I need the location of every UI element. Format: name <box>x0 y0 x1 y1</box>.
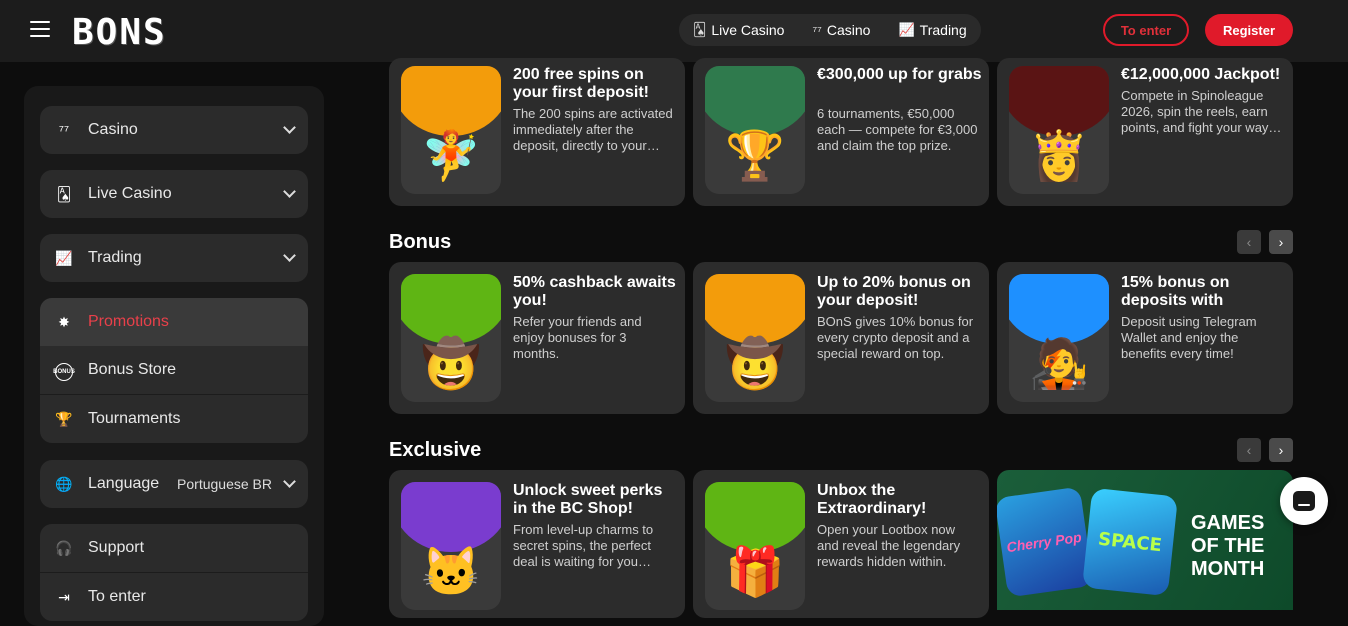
topnav-casino[interactable]: ⁷⁷ Casino <box>812 22 870 38</box>
promo-description: The 200 spins are activated immediately … <box>513 106 673 153</box>
register-button[interactable]: Register <box>1205 14 1293 46</box>
top-header: BONS 🂡 Live Casino ⁷⁷ Casino 📈 Trading T… <box>0 0 1348 62</box>
slot-777-icon: ⁷⁷ <box>58 122 70 138</box>
chevron-down-icon <box>283 185 296 198</box>
sidebar-item-casino[interactable]: ⁷⁷ Casino <box>40 106 308 154</box>
promo-image: 🤠 <box>401 274 501 402</box>
promo-title: 50% cashback awaits you! <box>513 274 676 309</box>
character-image: 🐱 <box>421 546 481 599</box>
bonus-next-button[interactable]: › <box>1269 230 1293 254</box>
promo-title: Unbox the Extraordinary! <box>817 482 927 517</box>
chevron-right-icon: › <box>1278 442 1284 458</box>
promo-title: 200 free spins on your first deposit! <box>513 66 650 101</box>
menu-icon[interactable] <box>30 21 50 37</box>
slot-777-icon: ⁷⁷ <box>812 22 822 38</box>
site-logo[interactable]: BONS <box>72 12 167 53</box>
promo-title: Up to 20% bonus on your deposit! <box>817 274 971 309</box>
bonus-card-deposit[interactable]: 🤠 Up to 20% bonus on your deposit! BOnS … <box>693 262 989 414</box>
character-image: 🤠 <box>421 338 481 391</box>
promo-title: €300,000 up for grabs <box>817 66 982 83</box>
promo-card-tournaments[interactable]: 🏆 €300,000 up for grabs 6 tournaments, €… <box>693 58 989 206</box>
character-image: 🧚 <box>421 130 481 183</box>
sidebar-item-trading[interactable]: 📈 Trading <box>40 234 308 282</box>
bonus-card-cashback[interactable]: 🤠 50% cashback awaits you! Refer your fr… <box>389 262 685 414</box>
sidebar-item-bonus-store[interactable]: BONUS Bonus Store <box>40 346 308 394</box>
chevron-left-icon: ‹ <box>1246 234 1252 250</box>
cards-icon: 🂡 <box>693 22 707 37</box>
promo-card-free-spins[interactable]: 🧚 200 free spins on your first deposit! … <box>389 58 685 206</box>
promo-image: 🐱 <box>401 482 501 610</box>
promo-description: Refer your friends and enjoy bonuses for… <box>513 314 642 361</box>
trophy-image: 🏆 <box>725 130 785 183</box>
sidebar-item-promotions[interactable]: ✸ Promotions <box>40 298 308 346</box>
promo-description: Deposit using Telegram Wallet and enjoy … <box>1121 314 1257 361</box>
chat-icon <box>1293 491 1315 511</box>
sidebar-group-trading[interactable]: 📈 Trading <box>40 234 308 282</box>
promo-image: 🧚 <box>401 66 501 194</box>
character-image: 🤠 <box>725 338 785 391</box>
sidebar-group-promotions: ✸ Promotions BONUS Bonus Store 🏆 Tournam… <box>40 298 308 443</box>
topnav-live-casino[interactable]: 🂡 Live Casino <box>693 22 784 38</box>
sidebar-item-login[interactable]: ⇥ To enter <box>40 572 308 621</box>
cards-icon: 🂡 <box>56 185 72 202</box>
top-nav: 🂡 Live Casino ⁷⁷ Casino 📈 Trading <box>679 14 981 46</box>
chevron-right-icon: › <box>1278 234 1284 250</box>
promo-image: 🎁 <box>705 482 805 610</box>
promo-image: 🤠 <box>705 274 805 402</box>
promo-image: 🏆 <box>705 66 805 194</box>
character-image: 🧑‍🎤 <box>1029 338 1089 391</box>
promo-description: Open your Lootbox now and reveal the leg… <box>817 522 961 569</box>
sidebar: ⁷⁷ Casino 🂡 Live Casino 📈 Trading ✸ Prom… <box>24 86 324 626</box>
section-title-exclusive: Exclusive <box>389 439 482 461</box>
sidebar-group-casino[interactable]: ⁷⁷ Casino <box>40 106 308 154</box>
promo-card-jackpot[interactable]: 👸 €12,000,000 Jackpot! Compete in Spinol… <box>997 58 1293 206</box>
game-tile-space[interactable]: SPACE <box>1082 487 1178 597</box>
chevron-down-icon <box>283 121 296 134</box>
bonus-prev-button[interactable]: ‹ <box>1237 230 1261 254</box>
bonus-card-telegram[interactable]: 🧑‍🎤 15% bonus on deposits with Telegram … <box>997 262 1293 414</box>
games-of-the-month-banner[interactable]: Cherry Pop SPACE GAMES OF THE MONTH <box>997 470 1293 610</box>
sidebar-group-support: 🎧 Support ⇥ To enter <box>40 524 308 621</box>
exclusive-card-bc-shop[interactable]: 🐱 Unlock sweet perks in the BC Shop! Fro… <box>389 470 685 618</box>
topnav-trading[interactable]: 📈 Trading <box>898 22 966 38</box>
promo-title: €12,000,000 Jackpot! <box>1121 66 1281 83</box>
globe-icon: 🌐 <box>55 475 73 492</box>
chevron-left-icon: ‹ <box>1246 442 1252 458</box>
language-selector[interactable]: 🌐 Language Portuguese BR <box>40 460 308 508</box>
sidebar-group-language[interactable]: 🌐 Language Portuguese BR <box>40 460 308 508</box>
language-value: Portuguese BR <box>177 476 272 492</box>
section-title-bonus: Bonus <box>389 231 452 253</box>
promo-image: 🧑‍🎤 <box>1009 274 1109 402</box>
trophy-icon: 🏆 <box>55 410 73 427</box>
star-burst-icon: ✸ <box>58 313 70 330</box>
promo-description: BOnS gives 10% bonus for every crypto de… <box>817 314 974 361</box>
promo-title: Unlock sweet perks in the BC Shop! <box>513 482 663 517</box>
chart-icon: 📈 <box>898 22 915 37</box>
sidebar-item-live-casino[interactable]: 🂡 Live Casino <box>40 170 308 218</box>
promo-image: 👸 <box>1009 66 1109 194</box>
chat-support-button[interactable] <box>1280 477 1328 525</box>
sidebar-item-support[interactable]: 🎧 Support <box>40 524 308 572</box>
exclusive-prev-button[interactable]: ‹ <box>1237 438 1261 462</box>
promo-description: 6 tournaments, €50,000 each — compete fo… <box>817 106 978 153</box>
games-of-the-month-title: GAMES OF THE MONTH <box>1191 512 1265 580</box>
login-button[interactable]: To enter <box>1103 14 1189 46</box>
chevron-down-icon <box>283 475 296 488</box>
sidebar-group-live-casino[interactable]: 🂡 Live Casino <box>40 170 308 218</box>
promo-description: Compete in Spinoleague 2026, spin the re… <box>1121 88 1283 135</box>
sidebar-item-tournaments[interactable]: 🏆 Tournaments <box>40 394 308 443</box>
login-icon: ⇥ <box>58 588 70 605</box>
exclusive-card-lootbox[interactable]: 🎁 Unbox the Extraordinary! Open your Loo… <box>693 470 989 618</box>
character-image: 👸 <box>1029 130 1089 183</box>
chart-icon: 📈 <box>55 249 73 266</box>
character-image: 🎁 <box>725 546 785 599</box>
promo-description: From level-up charms to secret spins, th… <box>513 522 654 569</box>
game-tile-cherry-pop[interactable]: Cherry Pop <box>997 486 1094 598</box>
bonus-badge-icon: BONUS <box>53 362 75 381</box>
promo-title: 15% bonus on deposits with Telegram <box>1121 274 1230 309</box>
chevron-down-icon <box>283 249 296 262</box>
exclusive-next-button[interactable]: › <box>1269 438 1293 462</box>
headset-icon: 🎧 <box>55 539 73 556</box>
